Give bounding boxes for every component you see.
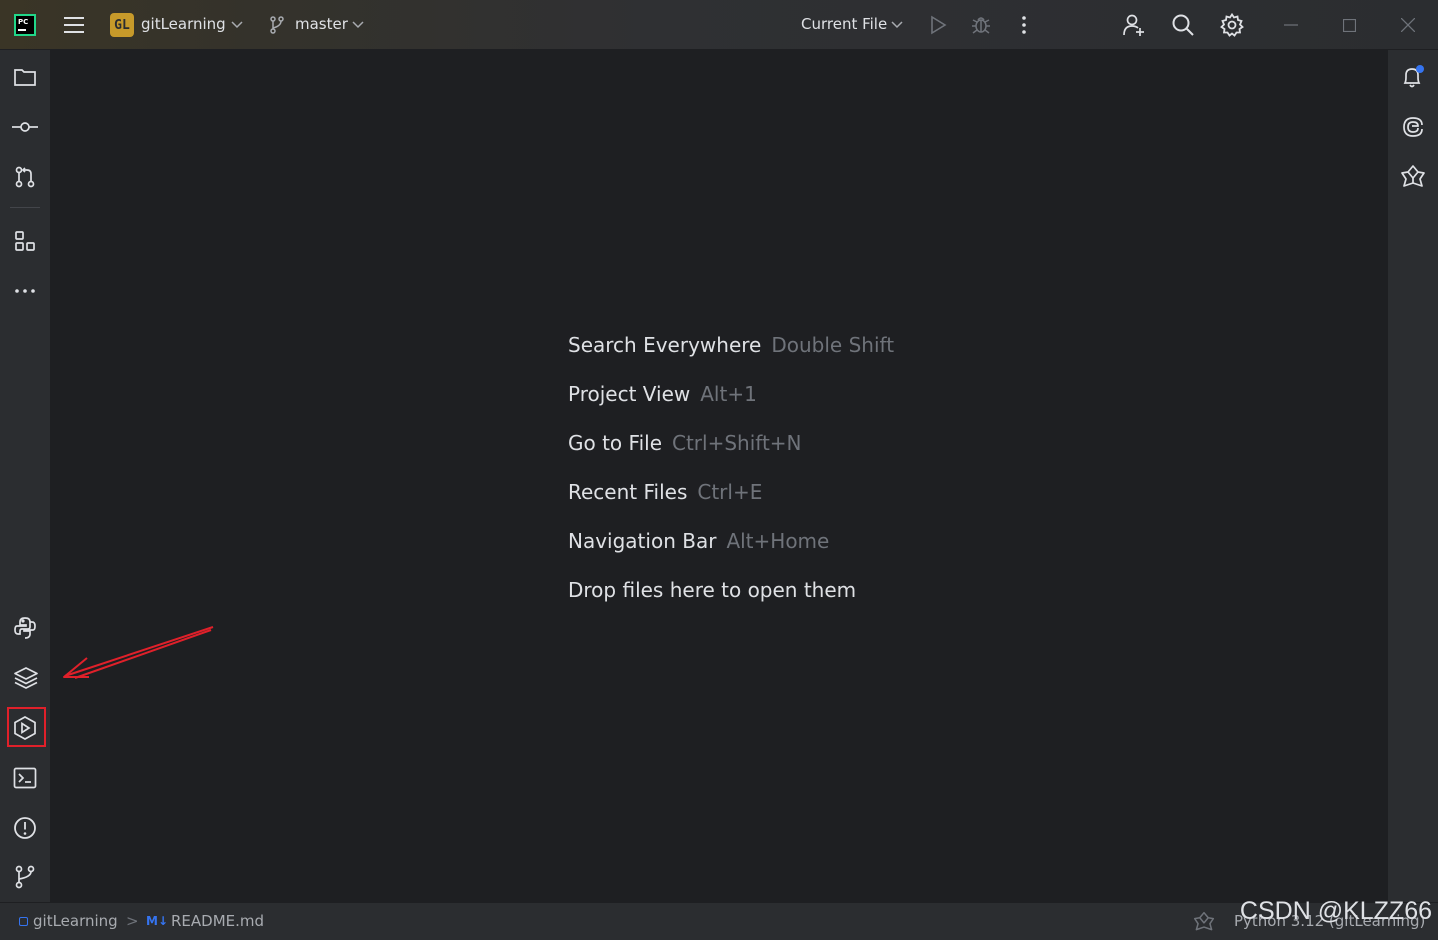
maximize-icon[interactable] <box>1338 14 1360 36</box>
main-menu-icon[interactable] <box>61 12 87 38</box>
hint-shortcut: Ctrl+Shift+N <box>672 431 802 455</box>
branch-name[interactable]: master <box>295 15 348 33</box>
branch-icon[interactable] <box>267 15 287 35</box>
breadcrumb-project[interactable]: gitLearning <box>33 912 118 930</box>
chevron-down-icon[interactable] <box>351 18 365 32</box>
chevron-down-icon[interactable] <box>890 18 904 32</box>
terminal-icon[interactable] <box>10 763 40 793</box>
commit-icon[interactable] <box>10 112 40 142</box>
code-with-me-icon[interactable] <box>1120 11 1148 39</box>
title-bar: PC GL gitLearning master Current File <box>0 0 1438 50</box>
hint-navigation-bar[interactable]: Navigation Bar Alt+Home <box>568 529 894 578</box>
hint-recent-files[interactable]: Recent Files Ctrl+E <box>568 480 894 529</box>
logo-text: PC <box>18 18 28 26</box>
project-badge[interactable]: GL <box>110 13 134 37</box>
debug-icon[interactable] <box>969 13 993 37</box>
editor-empty-area[interactable]: Search Everywhere Double Shift Project Vi… <box>51 50 1387 902</box>
hint-action: Project View <box>568 382 691 406</box>
hint-project-view[interactable]: Project View Alt+1 <box>568 382 894 431</box>
run-icon[interactable] <box>926 13 950 37</box>
hint-action: Navigation Bar <box>568 529 717 553</box>
more-icon[interactable] <box>10 276 40 306</box>
run-config-label[interactable]: Current File <box>801 15 887 33</box>
python-packages-icon[interactable] <box>10 613 40 643</box>
services-icon[interactable] <box>10 713 40 743</box>
copilot-status-icon[interactable] <box>1193 911 1215 933</box>
project-name[interactable]: gitLearning <box>141 15 226 33</box>
hint-search-everywhere[interactable]: Search Everywhere Double Shift <box>568 333 894 382</box>
hint-action: Go to File <box>568 431 662 455</box>
minimize-icon[interactable] <box>1280 14 1302 36</box>
breadcrumb-separator: > <box>126 912 139 930</box>
pull-requests-icon[interactable] <box>10 162 40 192</box>
hint-drop-files: Drop files here to open them <box>568 578 894 627</box>
layers-icon[interactable] <box>11 663 41 693</box>
settings-gear-icon[interactable] <box>1218 11 1246 39</box>
hint-shortcut: Double Shift <box>771 333 895 357</box>
toolbar-separator <box>10 207 40 208</box>
annotation-arrow <box>63 626 214 679</box>
hint-shortcut: Alt+1 <box>700 382 757 406</box>
status-bar: gitLearning > M↓ README.md Python 3.12 (… <box>0 902 1438 940</box>
hint-shortcut: Ctrl+E <box>697 480 763 504</box>
chevron-down-icon[interactable] <box>230 18 244 32</box>
structure-icon[interactable] <box>10 226 40 256</box>
pycharm-logo[interactable]: PC <box>12 12 38 38</box>
left-tool-strip <box>0 50 51 902</box>
hint-action: Drop files here to open them <box>568 578 857 602</box>
notifications-icon[interactable] <box>1398 62 1428 92</box>
hint-go-to-file[interactable]: Go to File Ctrl+Shift+N <box>568 431 894 480</box>
breadcrumb-file[interactable]: README.md <box>171 912 264 930</box>
ai-assistant-icon[interactable] <box>1398 112 1428 142</box>
search-icon[interactable] <box>1169 11 1197 39</box>
copilot-icon[interactable] <box>1398 162 1428 192</box>
hint-action: Recent Files <box>568 480 688 504</box>
editor-hints: Search Everywhere Double Shift Project Vi… <box>568 333 894 627</box>
problems-icon[interactable] <box>10 813 40 843</box>
markdown-file-icon: M↓ <box>146 914 168 928</box>
hint-action: Search Everywhere <box>568 333 762 357</box>
project-icon <box>19 917 28 926</box>
git-icon[interactable] <box>10 862 40 892</box>
right-tool-strip <box>1387 50 1438 902</box>
folder-icon[interactable] <box>10 62 40 92</box>
watermark-text: CSDN @KLZZ66 <box>1239 897 1432 925</box>
close-icon[interactable] <box>1397 14 1419 36</box>
more-vertical-icon[interactable] <box>1012 13 1036 37</box>
hint-shortcut: Alt+Home <box>726 529 830 553</box>
